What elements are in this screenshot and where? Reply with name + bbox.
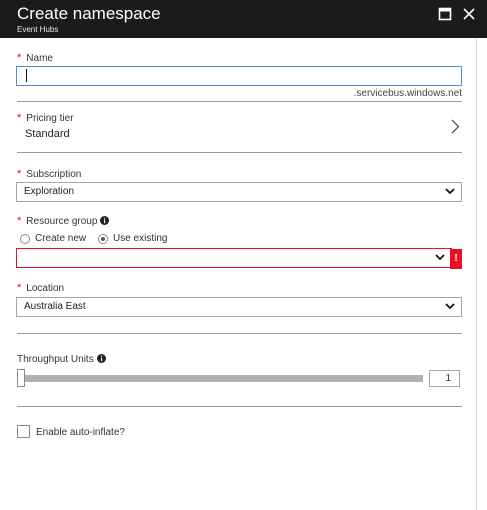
name-suffix: .servicebus.windows.net xyxy=(353,88,462,99)
divider xyxy=(17,333,462,334)
radio-use-existing-label: Use existing xyxy=(113,233,168,244)
pricing-tier-label-text: Pricing tier xyxy=(26,113,74,124)
chevron-right-icon xyxy=(451,119,460,134)
throughput-units-label: Throughput Units xyxy=(17,354,106,366)
blade-right-border xyxy=(476,38,477,510)
throughput-units-label-text: Throughput Units xyxy=(17,354,94,365)
auto-inflate-label: Enable auto-inflate? xyxy=(36,427,125,438)
blade-subtitle: Event Hubs xyxy=(17,25,59,34)
radio-create-new[interactable]: Create new xyxy=(20,233,86,244)
name-label: * Name xyxy=(17,52,53,65)
required-mark: * xyxy=(17,112,22,124)
pricing-tier-label: * Pricing tier xyxy=(17,112,74,125)
chevron-down-icon xyxy=(445,303,455,310)
location-value: Australia East xyxy=(24,301,86,312)
divider xyxy=(17,152,462,153)
auto-inflate-checkbox[interactable] xyxy=(17,425,30,438)
subscription-label-text: Subscription xyxy=(26,169,82,180)
throughput-units-slider[interactable] xyxy=(17,375,423,382)
name-input[interactable] xyxy=(16,66,462,86)
resource-group-dropdown[interactable] xyxy=(16,248,452,268)
location-label: * Location xyxy=(17,282,64,295)
slider-handle[interactable] xyxy=(17,369,25,387)
resource-group-label-text: Resource group xyxy=(26,216,98,227)
pricing-tier-value: Standard xyxy=(25,128,70,140)
location-label-text: Location xyxy=(26,283,65,294)
close-icon[interactable] xyxy=(462,7,476,21)
pricing-tier-selector[interactable]: * Pricing tier Standard xyxy=(0,105,476,149)
required-mark: * xyxy=(17,282,22,294)
radio-button[interactable] xyxy=(20,233,30,244)
divider xyxy=(17,406,462,407)
error-icon: ! xyxy=(450,249,462,269)
blade-title: Create namespace xyxy=(17,4,161,23)
divider xyxy=(17,101,462,102)
required-mark: * xyxy=(17,52,22,64)
location-dropdown[interactable]: Australia East xyxy=(16,297,462,317)
required-mark: * xyxy=(17,168,22,180)
subscription-value: Exploration xyxy=(24,186,75,197)
chevron-down-icon xyxy=(435,254,445,261)
maximize-icon[interactable] xyxy=(438,7,452,21)
radio-create-new-label: Create new xyxy=(35,233,87,244)
subscription-label: * Subscription xyxy=(17,168,81,181)
radio-use-existing[interactable]: Use existing xyxy=(98,233,167,244)
throughput-units-input[interactable]: 1 xyxy=(429,370,460,387)
info-icon[interactable] xyxy=(96,354,106,363)
required-mark: * xyxy=(17,215,22,227)
resource-group-label: * Resource group xyxy=(17,215,110,228)
name-label-text: Name xyxy=(26,53,53,64)
radio-button-selected[interactable] xyxy=(98,233,108,244)
subscription-dropdown[interactable]: Exploration xyxy=(16,182,462,202)
chevron-down-icon xyxy=(445,188,455,195)
blade-header: Create namespace Event Hubs xyxy=(0,0,487,38)
text-caret xyxy=(26,69,27,82)
info-icon[interactable] xyxy=(100,216,110,225)
